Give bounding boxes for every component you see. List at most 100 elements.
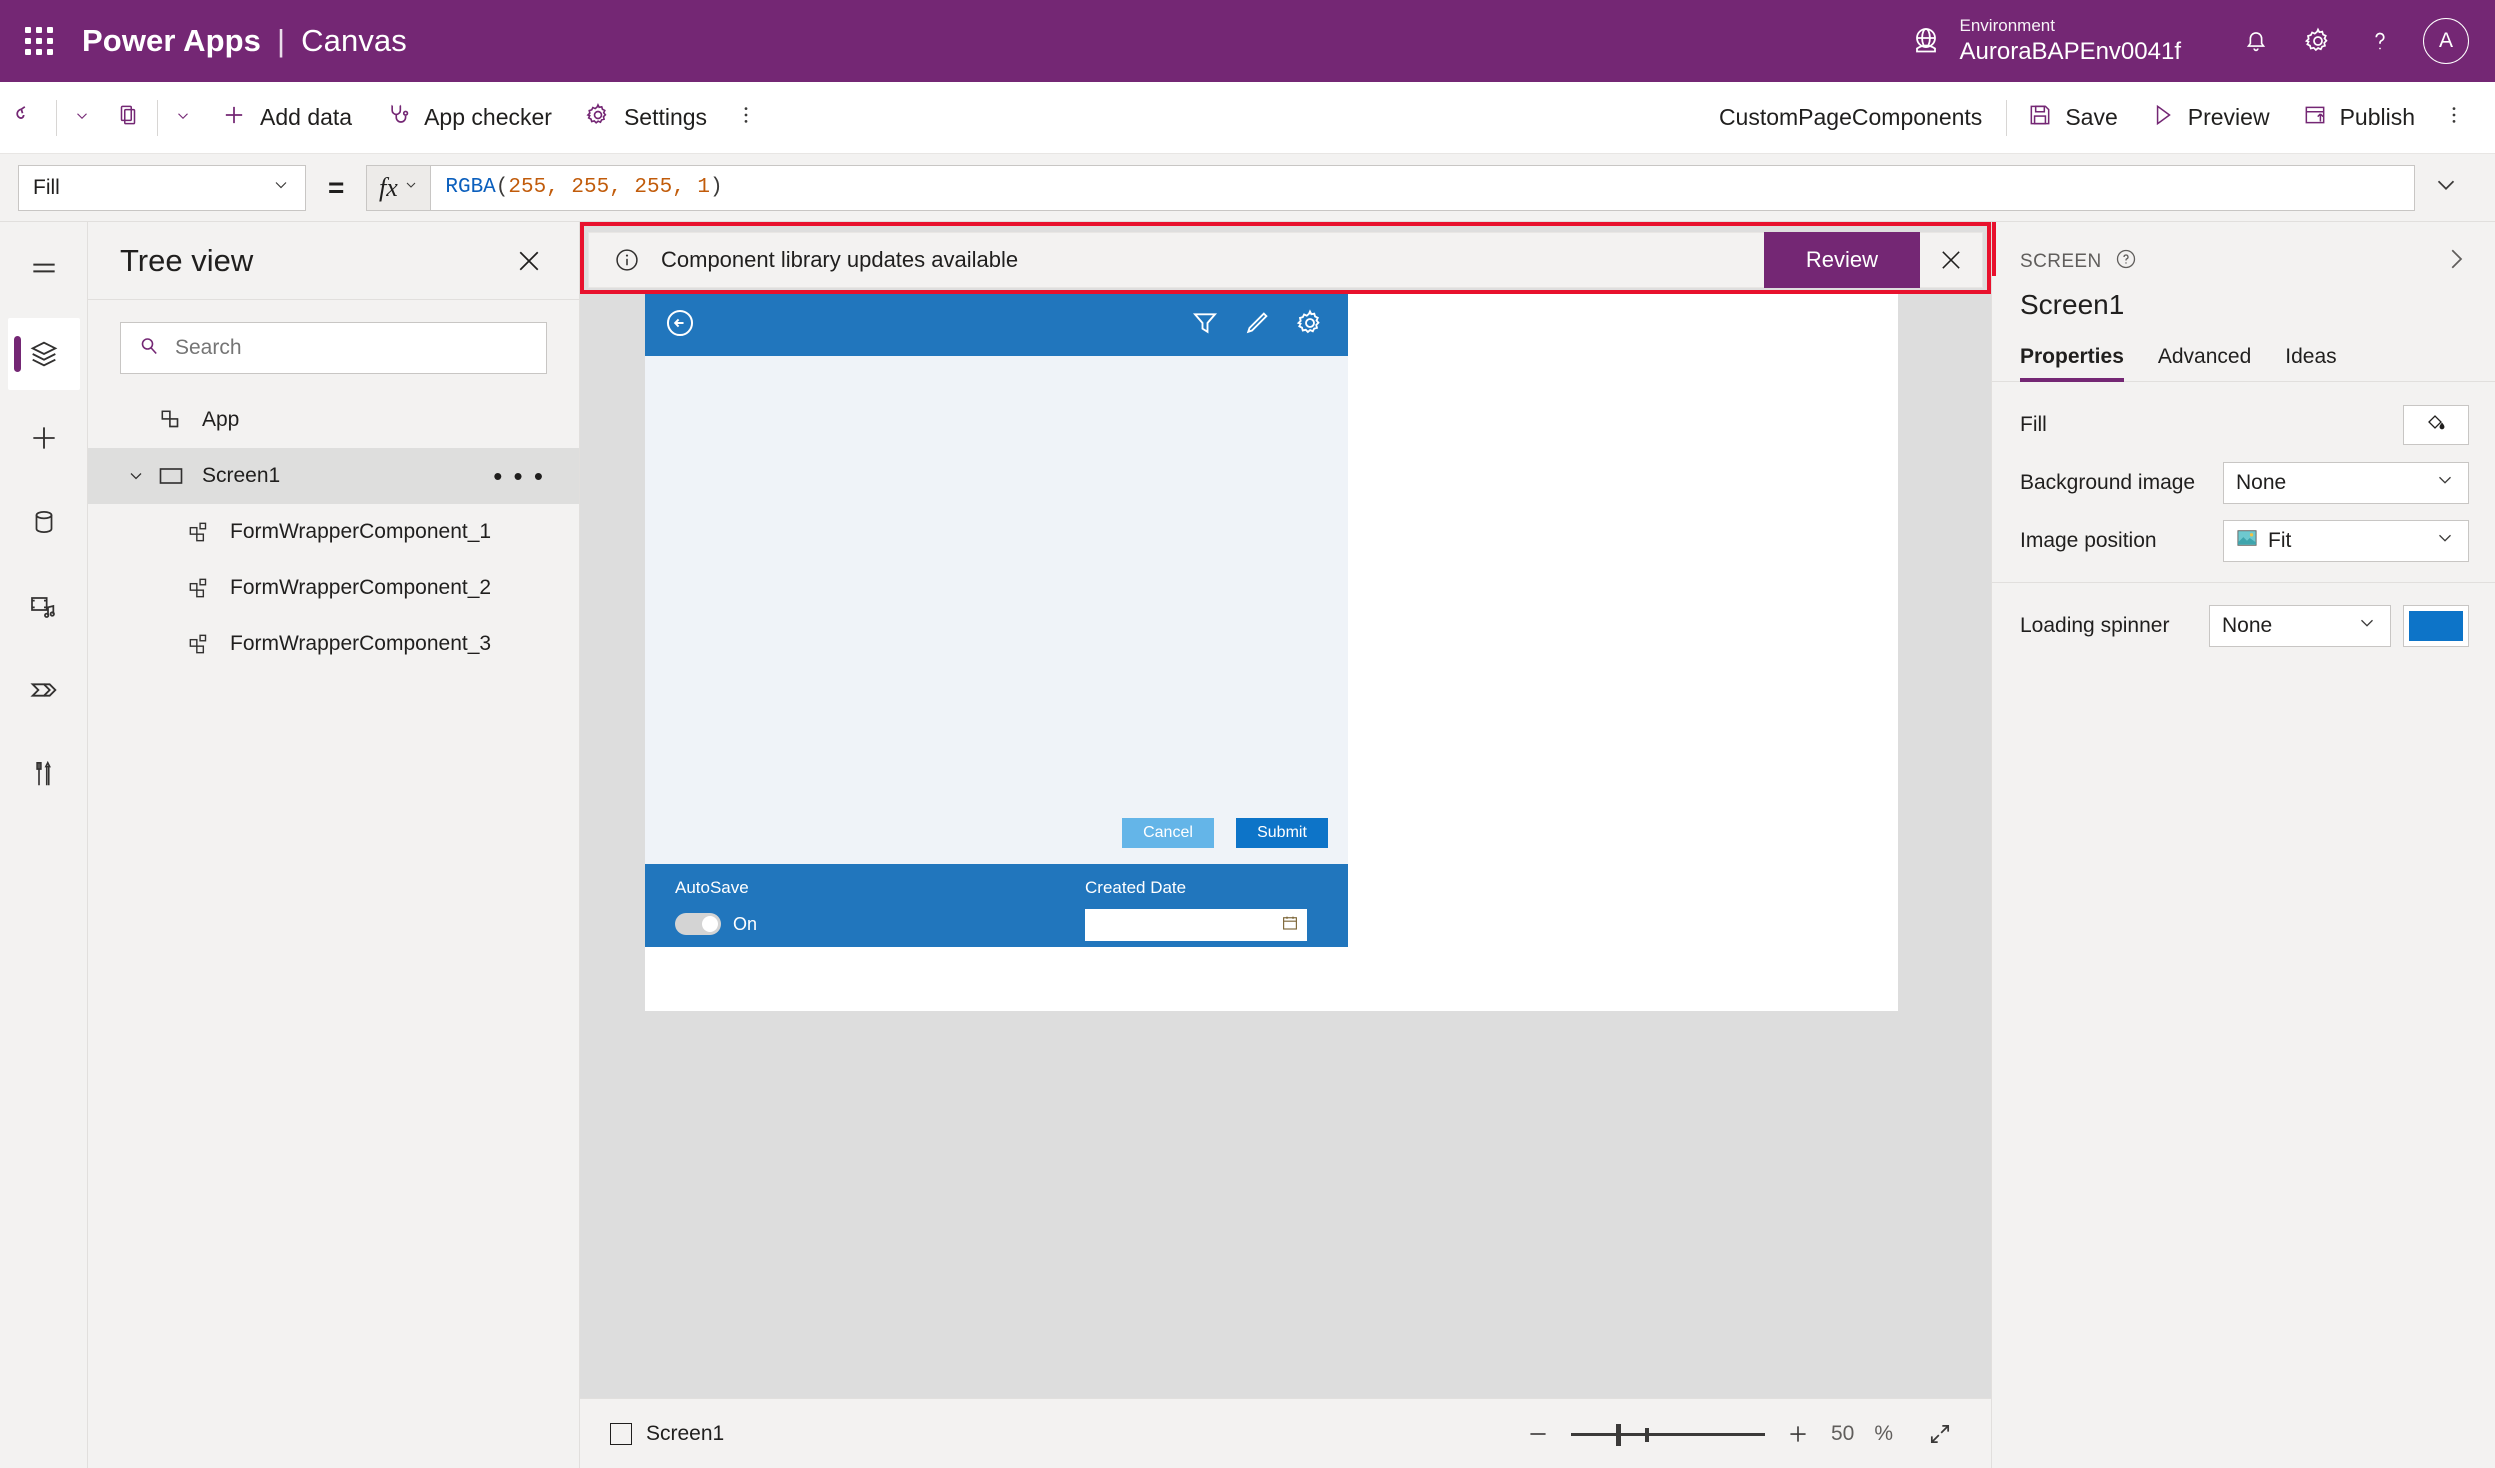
properties-tabs: Properties Advanced Ideas: [1992, 321, 2495, 382]
tree-node-label: FormWrapperComponent_2: [230, 576, 492, 599]
cancel-button[interactable]: Cancel: [1122, 818, 1214, 848]
notifications-bell-icon[interactable]: [2225, 10, 2287, 72]
save-button[interactable]: Save: [2011, 92, 2133, 144]
close-icon[interactable]: [509, 241, 549, 281]
save-floppy-icon: [2027, 102, 2053, 134]
tree-view-layers-icon[interactable]: [7, 318, 80, 390]
app-checker-button[interactable]: App checker: [368, 92, 568, 144]
chevron-down-icon: [2431, 170, 2461, 205]
help-circle-icon[interactable]: [2114, 247, 2138, 277]
status-bar: Screen1 50 %: [580, 1398, 1991, 1468]
fill-color-button[interactable]: [2403, 405, 2469, 445]
power-automate-icon[interactable]: [8, 654, 80, 726]
settings-gear-icon[interactable]: [2287, 10, 2349, 72]
fx-label: fx: [378, 172, 398, 202]
command-overflow-button[interactable]: [723, 92, 769, 144]
autosave-state: On: [733, 914, 758, 934]
properties-expand-button[interactable]: [2441, 244, 2471, 279]
property-label-fill: Fill: [2020, 413, 2047, 436]
chevron-down-icon: [174, 104, 192, 131]
notification-highlight: Component library updates available Revi…: [580, 222, 1991, 294]
property-label-background-image: Background image: [2020, 471, 2196, 494]
formula-bar: Fill = fx RGBA(255, 255, 255, 1): [0, 154, 2495, 222]
fx-button[interactable]: fx: [366, 164, 431, 211]
notification-message: Component library updates available: [661, 247, 1019, 272]
tree-node-label: App: [202, 408, 240, 431]
settings-button[interactable]: Settings: [568, 92, 723, 144]
close-icon[interactable]: [1920, 232, 1982, 288]
app-canvas[interactable]: Cancel Submit AutoSave On Created Date: [645, 294, 1898, 1011]
right-overflow-button[interactable]: [2431, 92, 2477, 144]
tab-ideas[interactable]: Ideas: [2285, 345, 2336, 381]
created-date-input[interactable]: [1085, 909, 1307, 941]
zoom-unit: %: [1874, 1421, 1893, 1445]
tree-node-overflow-icon[interactable]: • • •: [493, 461, 545, 492]
help-question-icon[interactable]: [2349, 10, 2411, 72]
paste-button[interactable]: [103, 92, 153, 144]
gear-icon: [584, 101, 612, 135]
chevron-down-icon: [271, 175, 291, 201]
hamburger-menu-icon[interactable]: [8, 234, 80, 306]
save-label: Save: [2065, 104, 2118, 130]
zoom-value: 50: [1830, 1421, 1855, 1445]
review-button[interactable]: Review: [1763, 232, 1920, 288]
stethoscope-icon: [384, 101, 412, 135]
tab-advanced[interactable]: Advanced: [2158, 345, 2251, 381]
search-input[interactable]: [175, 336, 530, 360]
brand-primary: Power Apps: [82, 23, 261, 58]
status-screen-selector[interactable]: Screen1: [610, 1422, 724, 1446]
zoom-slider-thumb[interactable]: [1615, 1423, 1621, 1446]
filter-funnel-icon[interactable]: [1190, 308, 1220, 343]
tree-node-formwrappercomponent-3[interactable]: FormWrapperComponent_3: [88, 616, 579, 672]
app-header-bar: [645, 294, 1348, 356]
fit-screen-diagonal-icon[interactable]: [1923, 1417, 1957, 1451]
app-launcher-icon[interactable]: [22, 24, 56, 58]
tree-node-screen1[interactable]: Screen1 • • •: [88, 448, 579, 504]
search-box[interactable]: [120, 322, 547, 374]
formula-function-name: RGBA: [445, 176, 496, 199]
media-icon[interactable]: [8, 570, 80, 642]
formula-expand-button[interactable]: [2415, 170, 2477, 205]
divider: [157, 99, 158, 136]
autosave-toggle[interactable]: [675, 913, 721, 935]
formula-input[interactable]: RGBA(255, 255, 255, 1): [430, 164, 2415, 211]
environment-globe-icon: [1908, 23, 1944, 59]
canvas-area: Component library updates available Revi…: [580, 222, 1991, 1398]
zoom-in-button[interactable]: [1781, 1417, 1815, 1451]
pencil-edit-icon[interactable]: [1242, 308, 1272, 343]
submit-button[interactable]: Submit: [1236, 818, 1328, 848]
property-selector[interactable]: Fill: [18, 164, 306, 211]
tab-properties[interactable]: Properties: [2020, 345, 2124, 382]
properties-kind: SCREEN: [2020, 247, 2138, 277]
background-image-select[interactable]: None: [2223, 462, 2469, 504]
zoom-slider[interactable]: [1570, 1422, 1765, 1446]
environment-picker[interactable]: Environment AuroraBAPEnv0041f: [1908, 15, 2181, 66]
add-data-button[interactable]: Add data: [204, 92, 368, 144]
variables-tools-icon[interactable]: [8, 738, 80, 810]
avatar[interactable]: A: [2423, 18, 2469, 64]
publish-upload-icon: [2302, 102, 2328, 134]
data-database-icon[interactable]: [8, 486, 80, 558]
tree-node-formwrappercomponent-1[interactable]: FormWrapperComponent_1: [88, 504, 579, 560]
properties-kind-label: SCREEN: [2020, 250, 2102, 272]
zoom-out-button[interactable]: [1521, 1417, 1555, 1451]
back-arrow-circle-icon[interactable]: [663, 306, 697, 345]
loading-spinner-color-button[interactable]: [2403, 605, 2469, 647]
insert-plus-icon[interactable]: [8, 402, 80, 474]
chevron-down-icon[interactable]: [118, 466, 154, 486]
undo-button[interactable]: [0, 92, 52, 144]
undo-dropdown-button[interactable]: [61, 92, 103, 144]
formula-paren-close: ): [710, 176, 723, 199]
preview-button[interactable]: Preview: [2134, 92, 2286, 144]
more-vertical-icon: [735, 102, 757, 134]
gear-icon[interactable]: [1294, 307, 1326, 344]
screen-preview: Cancel Submit AutoSave On Created Date: [645, 294, 1348, 994]
tree-node-formwrappercomponent-2[interactable]: FormWrapperComponent_2: [88, 560, 579, 616]
loading-spinner-select[interactable]: None: [2209, 605, 2391, 647]
publish-button[interactable]: Publish: [2286, 92, 2431, 144]
tree-node-app[interactable]: App: [88, 392, 579, 448]
paste-dropdown-button[interactable]: [162, 92, 204, 144]
undo-arrow-icon: [12, 101, 40, 135]
image-position-select[interactable]: Fit: [2223, 520, 2469, 562]
add-data-label: Add data: [260, 104, 353, 130]
